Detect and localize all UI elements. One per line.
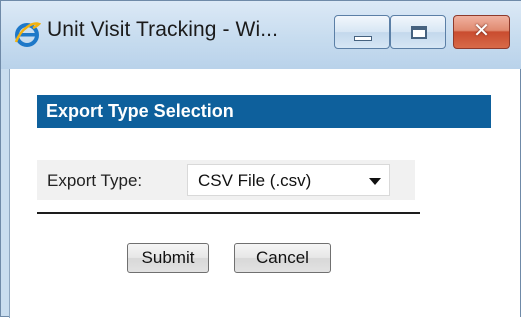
export-type-selected-value: CSV File (.csv) [198,171,312,190]
close-icon: ✕ [473,18,490,42]
minimize-icon [354,36,372,41]
section-header: Export Type Selection [37,95,491,128]
popup-window: Unit Visit Tracking - Wi... ✕ Export Typ… [0,0,521,318]
export-type-select[interactable]: CSV File (.csv) [187,164,390,196]
divider [37,212,420,214]
submit-button[interactable]: Submit [127,243,209,273]
chevron-down-icon[interactable] [369,178,381,185]
export-type-label: Export Type: [47,171,143,190]
window-title: Unit Visit Tracking - Wi... [47,18,279,41]
minimize-button[interactable] [334,15,390,49]
close-button[interactable]: ✕ [453,15,510,49]
maximize-icon [411,26,427,39]
title-bar[interactable]: Unit Visit Tracking - Wi... ✕ [1,1,521,69]
export-type-row: Export Type: CSV File (.csv) [37,160,415,200]
maximize-button[interactable] [390,15,446,49]
cancel-button[interactable]: Cancel [234,243,331,273]
dialog-content: Export Type Selection Export Type: CSV F… [9,69,520,318]
internet-explorer-icon [14,22,41,47]
